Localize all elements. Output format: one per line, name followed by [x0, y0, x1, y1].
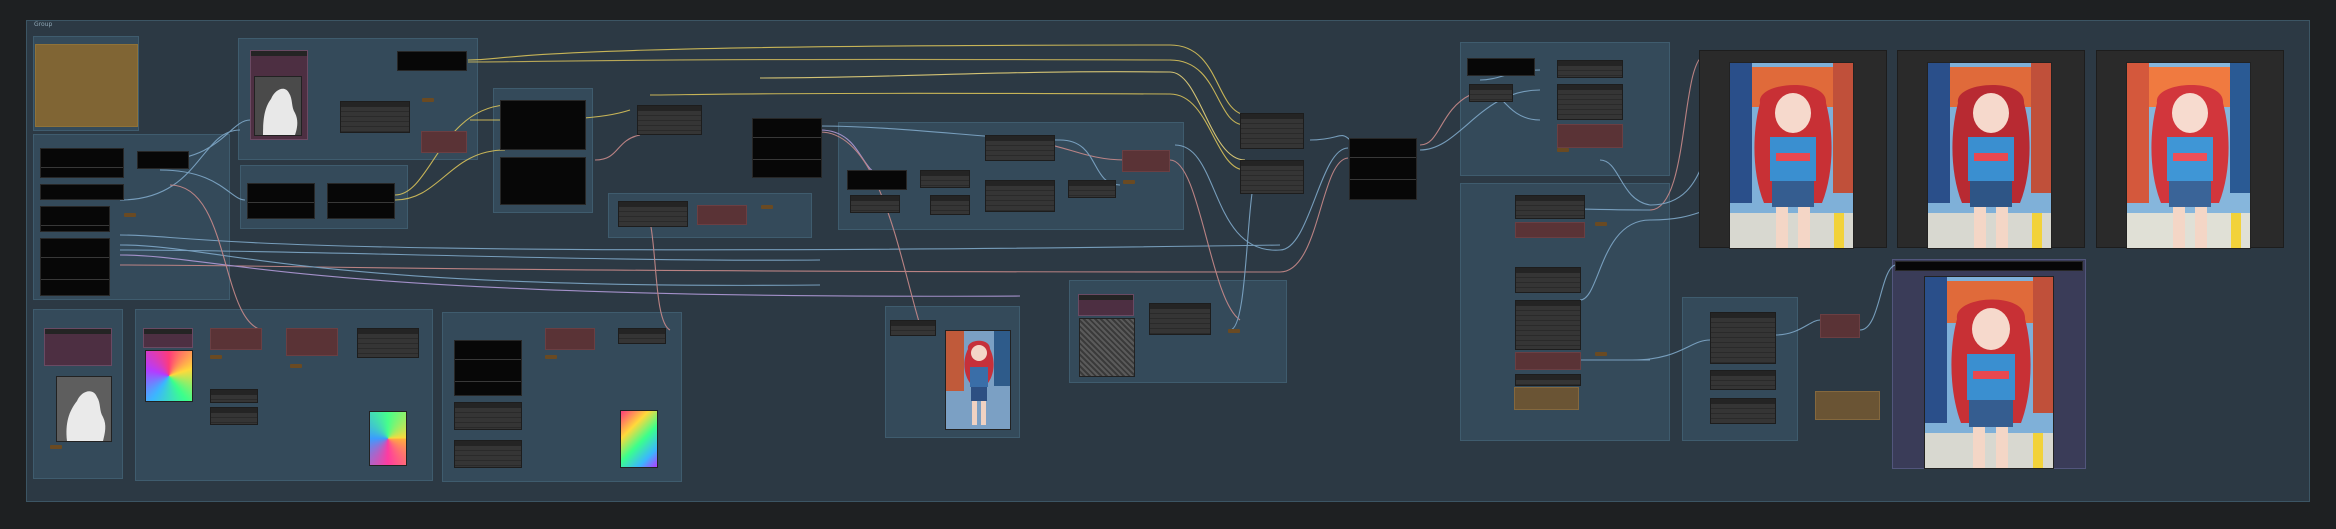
face-fix-node-2[interactable]: [1710, 370, 1776, 390]
upscale-node-3[interactable]: [1557, 84, 1623, 120]
image-size-node[interactable]: [397, 51, 467, 71]
detailer-node-4[interactable]: [1515, 300, 1581, 350]
final-output-image: [1924, 276, 2054, 469]
clip-vision-node[interactable]: [1068, 180, 1116, 198]
mask-preview-image: [56, 376, 112, 442]
mask-node-3[interactable]: [210, 389, 258, 403]
detailer-node-6[interactable]: [1515, 374, 1581, 386]
reroute-tag-7[interactable]: [210, 355, 222, 359]
ksampler-advanced-1[interactable]: [1240, 113, 1304, 149]
string-node[interactable]: [137, 151, 189, 169]
upscale-node-4[interactable]: [1557, 124, 1623, 148]
conditioning-node-2[interactable]: [500, 157, 586, 205]
face-fix-node-3[interactable]: [1710, 398, 1776, 424]
detailer-note[interactable]: [1514, 387, 1579, 410]
mask-list-node[interactable]: [454, 340, 522, 396]
final-output-header[interactable]: [1895, 261, 2083, 271]
output-image-3: [2126, 62, 2251, 249]
reroute-tag-10[interactable]: [1557, 148, 1569, 152]
color-node-1[interactable]: [210, 328, 262, 350]
detailer-node-2[interactable]: [1515, 222, 1585, 238]
mask-node-6[interactable]: [454, 440, 522, 468]
detailer-node-3[interactable]: [1515, 267, 1581, 293]
reroute-tag-11[interactable]: [1595, 222, 1607, 226]
ksampler-node[interactable]: [637, 105, 702, 135]
face-fix-node-4[interactable]: [1820, 314, 1860, 338]
reroute-tag-12[interactable]: [1595, 352, 1607, 356]
noise-injection-node[interactable]: [1149, 303, 1211, 335]
reroute-tag-9[interactable]: [545, 355, 557, 359]
reroute-tag-8[interactable]: [290, 364, 302, 368]
reroute-tag-5[interactable]: [1228, 329, 1240, 333]
detailer-node-5[interactable]: [1515, 352, 1581, 370]
face-fix-note[interactable]: [1815, 391, 1880, 420]
reroute-tag[interactable]: [124, 213, 136, 217]
clip-text-encode-1[interactable]: [247, 183, 315, 219]
mask-node-4[interactable]: [210, 407, 258, 425]
mask-node-5[interactable]: [454, 402, 522, 430]
detailer-node-1[interactable]: [1515, 195, 1585, 219]
mask-node-7[interactable]: [618, 328, 666, 344]
upscale-node-2[interactable]: [1557, 60, 1623, 78]
face-fix-node-1[interactable]: [1710, 312, 1776, 364]
load-colormap-node[interactable]: [143, 328, 193, 348]
ksampler-advanced-2[interactable]: [1240, 160, 1304, 194]
mask-combine-node[interactable]: [357, 328, 419, 358]
controlnet-apply-2[interactable]: [920, 170, 970, 188]
preprocessor-node[interactable]: [985, 135, 1055, 161]
colormap-preview-2: [620, 410, 658, 468]
group-title: Group: [34, 21, 53, 28]
prompt-text-node[interactable]: [40, 148, 124, 178]
model-loader-node[interactable]: [752, 118, 822, 178]
white-mask-icon: [254, 76, 302, 136]
note-node[interactable]: [35, 44, 138, 127]
checkerboard-mask-icon: [145, 350, 193, 402]
reroute-tag-4[interactable]: [1123, 180, 1135, 184]
color-node-2[interactable]: [286, 328, 338, 356]
upscale-model-loader[interactable]: [1467, 58, 1535, 76]
prompt-node-2[interactable]: [40, 206, 110, 232]
anime-girl-image-icon: [945, 330, 1011, 430]
preprocessor-node-2[interactable]: [985, 180, 1055, 212]
controlnet-apply-3[interactable]: [930, 195, 970, 215]
load-mask-node[interactable]: [44, 328, 112, 366]
reroute-tag-3[interactable]: [761, 205, 773, 209]
clip-text-encode-2[interactable]: [327, 183, 395, 219]
noise-source-node[interactable]: [1078, 294, 1134, 316]
noise-latent-icon: [1079, 318, 1135, 377]
controlnet-apply-1[interactable]: [850, 195, 900, 213]
color-node-3[interactable]: [545, 328, 595, 350]
controlnet-loader[interactable]: [847, 170, 907, 190]
reroute-tag-2[interactable]: [422, 98, 434, 102]
ipadapter-node[interactable]: [1122, 150, 1170, 172]
upscale-node-1[interactable]: [1469, 84, 1513, 102]
negative-prompt-node[interactable]: [40, 238, 110, 296]
vae-encode-node[interactable]: [421, 131, 467, 153]
latent-node[interactable]: [618, 201, 688, 227]
colormap-preview-1: [369, 411, 407, 466]
image-scale-node[interactable]: [340, 101, 410, 133]
conditioning-node-1[interactable]: [500, 100, 586, 150]
node-graph-canvas[interactable]: Group: [0, 0, 2336, 529]
seed-node[interactable]: [40, 184, 124, 200]
reroute-tag-6[interactable]: [50, 445, 62, 449]
output-image-1: [1729, 62, 1854, 249]
sampler-output-node[interactable]: [1349, 138, 1417, 200]
preview-node-header[interactable]: [890, 320, 936, 336]
vae-decode-node[interactable]: [697, 205, 747, 225]
output-image-2: [1927, 62, 2052, 249]
